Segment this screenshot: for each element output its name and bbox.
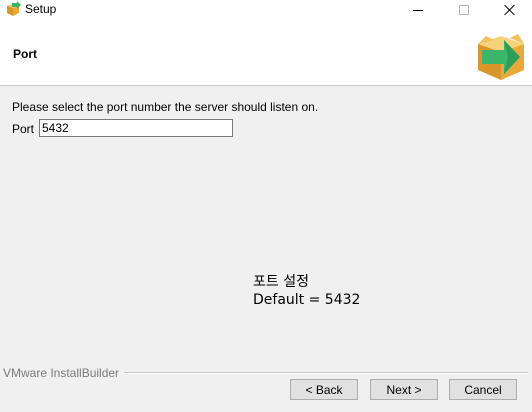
installer-brand: VMware InstallBuilder [3, 366, 124, 380]
footer-divider [124, 372, 528, 374]
title-bar: Setup [0, 0, 532, 20]
page-title: Port [13, 47, 37, 61]
setup-box-icon [7, 1, 21, 16]
maximize-button[interactable] [441, 0, 487, 20]
next-button[interactable]: Next > [370, 379, 438, 400]
window-title: Setup [25, 2, 57, 16]
back-button[interactable]: < Back [290, 379, 358, 400]
close-icon [504, 4, 516, 16]
minimize-button[interactable] [395, 0, 441, 20]
note-line-default: Default = 5432 [253, 292, 361, 308]
port-prompt: Please select the port number the server… [12, 100, 319, 114]
page-header: Port [0, 20, 532, 86]
maximize-icon [459, 5, 469, 15]
port-note: 포트 설정 Default = 5432 [253, 273, 360, 309]
close-button[interactable] [487, 0, 532, 20]
note-line-korean: 포트 설정 [253, 274, 309, 290]
minimize-icon [413, 9, 423, 11]
port-label: Port [12, 122, 35, 136]
installer-box-arrow-icon [478, 34, 524, 80]
port-input[interactable] [39, 119, 233, 137]
cancel-button[interactable]: Cancel [449, 379, 517, 400]
